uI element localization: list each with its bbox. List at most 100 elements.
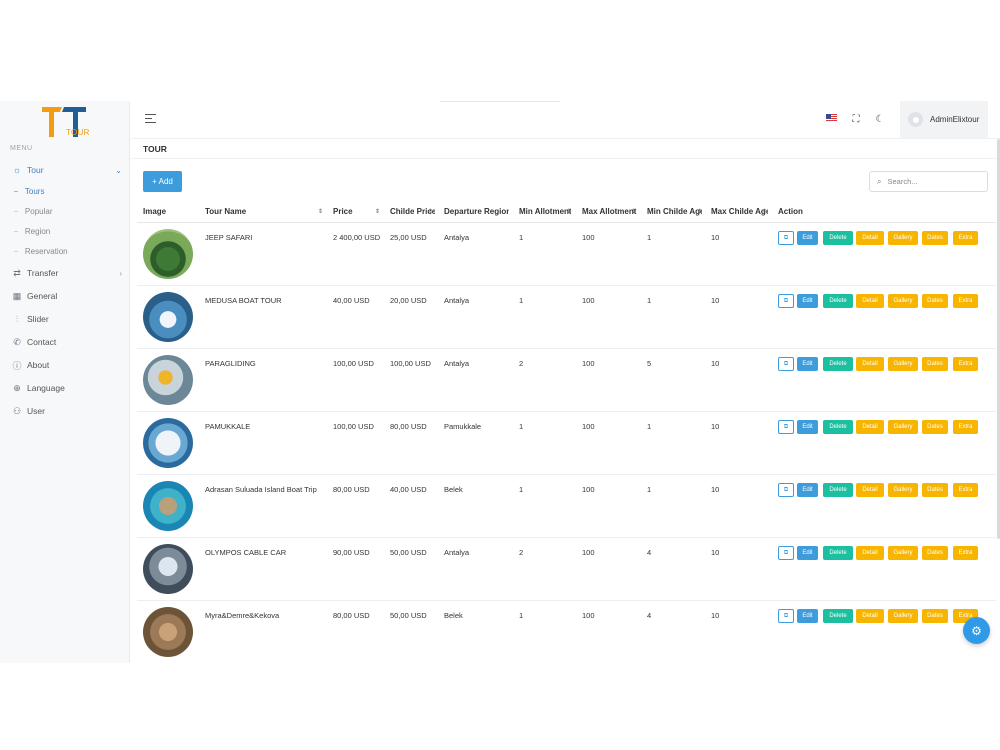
moon-icon[interactable]: ☾ [874, 113, 886, 125]
sidebar-subitem-region[interactable]: – Region [14, 227, 50, 236]
fullscreen-icon[interactable]: ⛶ [850, 113, 862, 125]
sidebar-item-tour[interactable]: ☼ Tour ⌄ [12, 165, 122, 175]
edit-button[interactable]: Edit [797, 357, 818, 371]
edit-button[interactable]: Edit [797, 609, 818, 623]
detail-button[interactable]: Detail [856, 357, 884, 371]
globe-icon: ⊕ [13, 382, 21, 393]
copy-button[interactable]: ⧉ [778, 231, 794, 245]
gallery-button[interactable]: Gallery [888, 420, 918, 434]
extra-button[interactable]: Extra [953, 483, 978, 497]
copy-button[interactable]: ⧉ [778, 546, 794, 560]
sort-icon[interactable]: ⇕ [697, 208, 702, 215]
cell-min-allot: 1 [519, 422, 524, 431]
gallery-button[interactable]: Gallery [888, 609, 918, 623]
dates-button[interactable]: Dates [922, 483, 948, 497]
sort-icon[interactable]: ⇕ [762, 208, 767, 215]
cell-name: JEEP SAFARI [205, 233, 253, 242]
copy-button[interactable]: ⧉ [778, 483, 794, 497]
detail-button[interactable]: Detail [856, 609, 884, 623]
table-row: Adrasan Suluada Island Boat Trip 80,00 US… [137, 475, 996, 538]
cell-child-price: 80,00 USD [390, 422, 427, 431]
detail-button[interactable]: Detail [856, 231, 884, 245]
sidebar-subitem-tours[interactable]: – Tours [14, 187, 44, 196]
dates-button[interactable]: Dates [922, 546, 948, 560]
extra-button[interactable]: Extra [953, 357, 978, 371]
gallery-button[interactable]: Gallery [888, 483, 918, 497]
edit-button[interactable]: Edit [797, 294, 818, 308]
column-header-max-childe-age[interactable]: Max Childe Age [711, 207, 768, 216]
column-header-departure-region[interactable]: Departure Region [444, 207, 509, 216]
sidebar-item-transfer[interactable]: ⇄ Transfer › [12, 268, 122, 279]
dates-button[interactable]: Dates [922, 294, 948, 308]
copy-button[interactable]: ⧉ [778, 420, 794, 434]
delete-button[interactable]: Delete [823, 546, 853, 560]
sidebar-subitem-popular[interactable]: – Popular [14, 207, 52, 216]
delete-button[interactable]: Delete [823, 357, 853, 371]
page-title: TOUR [143, 144, 167, 154]
cell-min-age: 4 [647, 548, 652, 557]
search-input[interactable] [887, 177, 978, 186]
sidebar-item-language[interactable]: ⊕ Language [12, 382, 122, 394]
sidebar-item-contact[interactable]: ✆ Contact [12, 337, 122, 348]
copy-icon: ⧉ [783, 423, 789, 430]
extra-button[interactable]: Extra [953, 231, 978, 245]
dates-button[interactable]: Dates [922, 609, 948, 623]
cell-min-allot: 1 [519, 296, 524, 305]
user-menu[interactable]: AdminElixtour [900, 101, 988, 138]
copy-button[interactable]: ⧉ [778, 609, 794, 623]
cell-region: Pamukkale [444, 422, 482, 431]
edit-button[interactable]: Edit [797, 231, 818, 245]
delete-button[interactable]: Delete [823, 420, 853, 434]
cell-max-age: 10 [711, 485, 720, 494]
add-button[interactable]: + Add [143, 171, 182, 192]
column-header-min-allotment[interactable]: Min Allotment [519, 207, 571, 216]
dates-button[interactable]: Dates [922, 357, 948, 371]
sidebar-item-about[interactable]: ⓘ About [12, 360, 122, 371]
sidebar-item-slider[interactable]: ⫶ Slider [12, 314, 122, 325]
sort-icon[interactable]: ⇕ [428, 208, 433, 215]
sidebar-item-label: General [27, 291, 58, 301]
sort-icon[interactable]: ⇕ [318, 208, 323, 215]
gallery-button[interactable]: Gallery [888, 294, 918, 308]
sort-icon[interactable]: ⇕ [566, 208, 571, 215]
extra-button[interactable]: Extra [953, 546, 978, 560]
detail-button[interactable]: Detail [856, 483, 884, 497]
delete-button[interactable]: Delete [823, 294, 853, 308]
column-header-min-childe-age[interactable]: Min Childe Age [647, 207, 702, 216]
delete-button[interactable]: Delete [823, 483, 853, 497]
tour-thumbnail [143, 229, 193, 279]
settings-gear-button[interactable]: ⚙ [963, 617, 990, 644]
cell-name: OLYMPOS CABLE CAR [205, 548, 287, 557]
sidebar-subitem-reservation[interactable]: – Reservation [14, 247, 68, 256]
detail-button[interactable]: Detail [856, 546, 884, 560]
table-row: PARAGLIDING 100,00 USD 100,00 USD Antalya 2 1… [137, 349, 996, 412]
sidebar-item-general[interactable]: ▦ General [12, 291, 122, 302]
copy-button[interactable]: ⧉ [778, 294, 794, 308]
delete-button[interactable]: Delete [823, 609, 853, 623]
column-header-max-allotment[interactable]: Max Allotment [582, 207, 637, 216]
gallery-button[interactable]: Gallery [888, 231, 918, 245]
sidebar-item-user[interactable]: ⚇ User [12, 406, 122, 417]
menu-toggle-icon[interactable] [145, 114, 156, 125]
copy-button[interactable]: ⧉ [778, 357, 794, 371]
column-header-tour-name[interactable]: Tour Name [205, 207, 246, 216]
sort-icon[interactable]: ⇕ [631, 208, 636, 215]
detail-button[interactable]: Detail [856, 420, 884, 434]
extra-button[interactable]: Extra [953, 420, 978, 434]
dates-button[interactable]: Dates [922, 231, 948, 245]
us-flag-icon[interactable] [826, 114, 837, 122]
cell-name: PAMUKKALE [205, 422, 251, 431]
edit-button[interactable]: Edit [797, 420, 818, 434]
extra-button[interactable]: Extra [953, 294, 978, 308]
cell-region: Antalya [444, 359, 470, 368]
edit-button[interactable]: Edit [797, 483, 818, 497]
column-header-price[interactable]: Price [333, 207, 353, 216]
gallery-button[interactable]: Gallery [888, 357, 918, 371]
delete-button[interactable]: Delete [823, 231, 853, 245]
gallery-button[interactable]: Gallery [888, 546, 918, 560]
detail-button[interactable]: Detail [856, 294, 884, 308]
edit-button[interactable]: Edit [797, 546, 818, 560]
sidebar-item-label: Tour [27, 165, 44, 175]
sort-icon[interactable]: ⇕ [375, 208, 380, 215]
dates-button[interactable]: Dates [922, 420, 948, 434]
